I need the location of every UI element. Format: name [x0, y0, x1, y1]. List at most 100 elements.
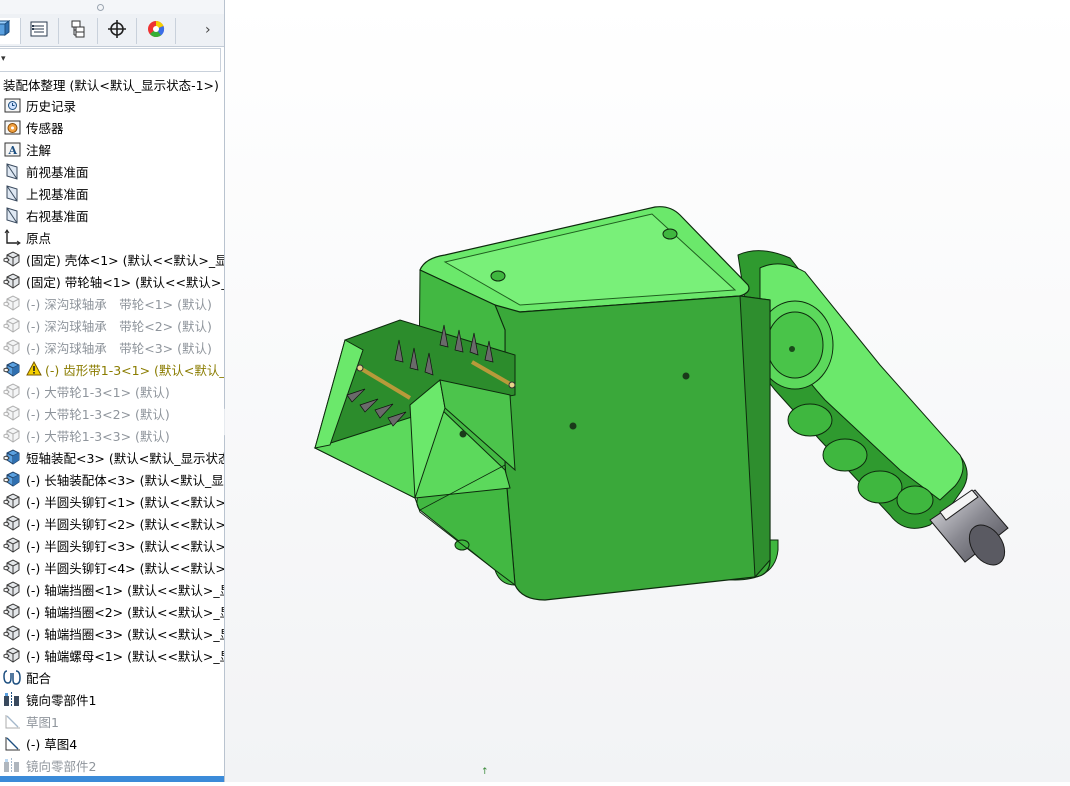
origin-icon	[3, 228, 21, 246]
tree-item[interactable]: 原点	[0, 226, 224, 248]
tree-item[interactable]: 镜向零部件1	[0, 688, 224, 710]
tree-item[interactable]: (-) 半圆头铆钉<4> (默认<<默认>_显	[0, 556, 224, 578]
tree-item-label: (-) 大带轮1-3<1> (默认)	[26, 384, 170, 400]
part-icon	[3, 558, 21, 576]
subassembly-icon	[3, 360, 21, 378]
sketch-icon	[3, 734, 21, 752]
plane-icon	[3, 184, 21, 202]
tree-item-label: 镜向零部件2	[26, 758, 97, 774]
subassembly-icon	[3, 448, 21, 466]
chevron-down-icon[interactable]: ▾	[1, 54, 6, 64]
tree-item[interactable]: (-) 半圆头铆钉<3> (默认<<默认>_显	[0, 534, 224, 556]
part-icon	[3, 426, 21, 444]
assembly-model[interactable]	[225, 0, 1070, 782]
tree-item[interactable]: 传感器	[0, 116, 224, 138]
panel-grip-handle[interactable]	[0, 0, 224, 15]
part-icon	[3, 602, 21, 620]
tab-configuration-manager[interactable]	[59, 18, 98, 44]
tree-item-label: (-) 深沟球轴承 带轮<2> (默认)	[26, 318, 212, 334]
tree-filter[interactable]: ▾	[0, 48, 221, 72]
tree-item-label: 镜向零部件1	[26, 692, 97, 708]
sketch-icon	[3, 712, 21, 730]
tree-item-label: (-) 轴端挡圈<3> (默认<<默认>_显示	[26, 626, 224, 642]
tabs-scroll-right-icon[interactable]: ›	[205, 22, 211, 38]
panel-scrollbar[interactable]	[0, 776, 224, 782]
tree-item[interactable]: (-) 大带轮1-3<3> (默认)	[0, 424, 224, 446]
tab-feature-manager[interactable]	[0, 18, 21, 44]
tree-item[interactable]: 短轴装配<3> (默认<默认_显示状态-	[0, 446, 224, 468]
tree-item[interactable]: (-) 轴端挡圈<1> (默认<<默认>_显示	[0, 578, 224, 600]
tree-item[interactable]: 历史记录	[0, 94, 224, 116]
history-icon	[3, 96, 21, 114]
tab-property-manager[interactable]	[20, 18, 59, 44]
graphics-area[interactable]: ↑	[225, 0, 1070, 782]
tree-item[interactable]: 上视基准面	[0, 182, 224, 204]
tree-item-label: (-) 轴端挡圈<1> (默认<<默认>_显示	[26, 582, 224, 598]
tree-item-label: (-) 深沟球轴承 带轮<1> (默认)	[26, 296, 212, 312]
configuration-manager-icon	[69, 20, 87, 42]
axis-triad-icon: ↑	[481, 767, 489, 777]
tree-item[interactable]: 草图1	[0, 710, 224, 732]
tree-item-label: (-) 长轴装配体<3> (默认<默认_显示	[26, 472, 224, 488]
tree-item-label: (-) 轴端螺母<1> (默认<<默认>_显示	[26, 648, 224, 664]
tree-item[interactable]: A 注解	[0, 138, 224, 160]
subassembly-icon	[3, 470, 21, 488]
mirror-component-icon	[3, 756, 21, 774]
tree-item[interactable]: (-) 半圆头铆钉<1> (默认<<默认>_显	[0, 490, 224, 512]
tree-item-label: 草图1	[26, 714, 59, 730]
warning-icon	[26, 360, 42, 377]
part-icon	[3, 404, 21, 422]
part-icon	[3, 580, 21, 598]
tab-dimxpert-manager[interactable]	[98, 18, 137, 44]
tree-item[interactable]: (固定) 壳体<1> (默认<<默认>_显示	[0, 248, 224, 270]
feature-manager-panel: › ▾ 装配体整理 (默认<默认_显示状态-1>) 历史记录传感器 A 注解 前视基准…	[0, 0, 225, 782]
tree-item-label: (-) 半圆头铆钉<4> (默认<<默认>_显	[26, 560, 224, 576]
tree-item-label: (-) 深沟球轴承 带轮<3> (默认)	[26, 340, 212, 356]
annotation-icon: A	[3, 140, 21, 158]
sensor-icon	[3, 118, 21, 136]
mates-icon	[3, 668, 21, 686]
tree-item[interactable]: (-) 半圆头铆钉<2> (默认<<默认>_显	[0, 512, 224, 534]
plane-icon	[3, 206, 21, 224]
tree-item[interactable]: (-) 轴端螺母<1> (默认<<默认>_显示	[0, 644, 224, 666]
tree-item-label: (-) 半圆头铆钉<1> (默认<<默认>_显	[26, 494, 224, 510]
tree-item[interactable]: (-) 深沟球轴承 带轮<3> (默认)	[0, 336, 224, 358]
tree-item-label: 原点	[26, 230, 52, 246]
tree-item-label: 历史记录	[26, 98, 77, 114]
mirror-component-icon	[3, 690, 21, 708]
tree-item-label: 配合	[26, 670, 52, 686]
feature-manager-icon	[0, 20, 11, 42]
tree-item[interactable]: 前视基准面	[0, 160, 224, 182]
tree-item[interactable]: (-) 齿形带1-3<1> (默认<默认_显	[0, 358, 224, 380]
manager-tabs: ›	[0, 14, 224, 47]
assembly-root[interactable]: 装配体整理 (默认<默认_显示状态-1>)	[3, 75, 219, 94]
tree-item[interactable]: 配合	[0, 666, 224, 688]
tree-item[interactable]: (-) 轴端挡圈<3> (默认<<默认>_显示	[0, 622, 224, 644]
part-icon	[3, 492, 21, 510]
tree-item-label: (-) 大带轮1-3<3> (默认)	[26, 428, 170, 444]
part-icon	[3, 382, 21, 400]
part-icon	[3, 536, 21, 554]
tree-item[interactable]: (-) 轴端挡圈<2> (默认<<默认>_显示	[0, 600, 224, 622]
tree-item[interactable]: (-) 深沟球轴承 带轮<2> (默认)	[0, 314, 224, 336]
tree-item-label: (-) 轴端挡圈<2> (默认<<默认>_显示	[26, 604, 224, 620]
tree-item[interactable]: (-) 深沟球轴承 带轮<1> (默认)	[0, 292, 224, 314]
tree-item[interactable]: (固定) 带轮轴<1> (默认<<默认>_显	[0, 270, 224, 292]
tree-item[interactable]: (-) 大带轮1-3<1> (默认)	[0, 380, 224, 402]
part-icon	[3, 316, 21, 334]
part-icon	[3, 624, 21, 642]
tree-item-label: 传感器	[26, 120, 64, 136]
tree-item[interactable]: (-) 长轴装配体<3> (默认<默认_显示	[0, 468, 224, 490]
svg-text:A: A	[7, 144, 17, 157]
tree-item[interactable]: 右视基准面	[0, 204, 224, 226]
tree-item[interactable]: (-) 草图4	[0, 732, 224, 754]
property-manager-icon	[29, 20, 49, 42]
tree-item-label: (-) 草图4	[26, 736, 78, 752]
tree-item[interactable]: (-) 大带轮1-3<2> (默认)	[0, 402, 224, 424]
tab-display-manager[interactable]	[137, 18, 176, 44]
tree-item-label: (固定) 壳体<1> (默认<<默认>_显示	[26, 252, 224, 268]
part-icon	[3, 272, 21, 290]
part-icon	[3, 294, 21, 312]
tree-item[interactable]: 镜向零部件2	[0, 754, 224, 776]
tree-item-label: (-) 半圆头铆钉<3> (默认<<默认>_显	[26, 538, 224, 554]
